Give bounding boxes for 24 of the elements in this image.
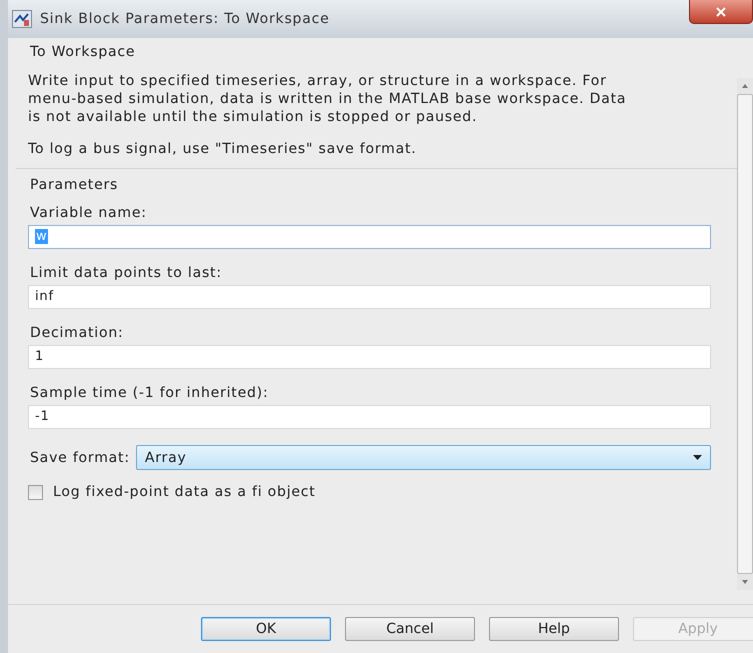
input-field[interactable]: inf — [28, 285, 711, 309]
section-title: Parameters — [30, 177, 120, 193]
app-icon — [12, 10, 32, 28]
dialog-button[interactable]: Help — [489, 617, 619, 641]
scrollbar[interactable] — [737, 78, 753, 590]
input-field[interactable]: 1 — [28, 345, 711, 369]
checkbox-label: Log fixed-point data as a fi object — [53, 484, 316, 500]
dialog-button[interactable]: Cancel — [345, 617, 475, 641]
close-icon — [716, 6, 726, 16]
description-text: To log a bus signal, use "Timeseries" save format. — [28, 140, 418, 158]
window-title: Sink Block Parameters: To Workspace — [40, 11, 330, 27]
block-name: To Workspace — [30, 44, 136, 60]
field-label: Limit data points to last: — [30, 265, 223, 281]
dropdown[interactable]: Array — [136, 445, 711, 470]
field-label: Save format: — [30, 450, 130, 466]
field-label: Decimation: — [30, 325, 125, 341]
field-label: Sample time (-1 for inherited): — [30, 385, 270, 401]
field-label: Variable name: — [30, 205, 148, 221]
description-text: Write input to specified timeseries, array, or structure in a workspace. For menu-based simulation, data is written in the MATLAB base workspace. Data is not available until the simulation is stopped or paused. — [28, 72, 628, 126]
input-field[interactable]: -1 — [28, 405, 711, 429]
dialog-button[interactable]: OK — [201, 617, 331, 641]
checkbox[interactable] — [28, 484, 43, 500]
close-button[interactable] — [689, 0, 753, 24]
caret-icon — [693, 455, 702, 460]
